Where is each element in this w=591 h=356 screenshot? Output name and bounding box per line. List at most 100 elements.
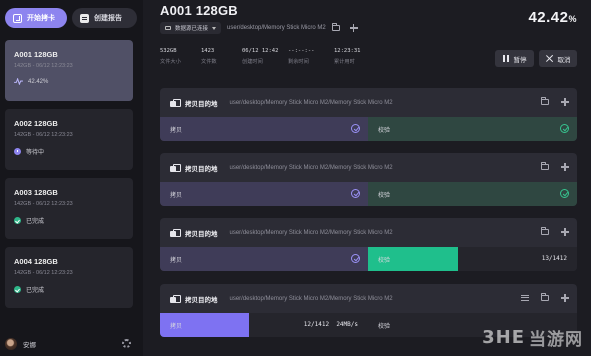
folder-icon[interactable] [541,227,549,235]
task-card-a003[interactable]: A003 128GB 142GB - 06/12 12:23:23 已完成 [5,178,133,239]
stat-remaining: --:--:-- 剩余时间 [288,48,334,65]
verify-bar: 校验 [368,117,577,141]
panel-label: 拷贝目的地 [185,230,218,238]
verify-label: 校验 [378,323,391,330]
verify-fill [368,117,577,141]
panel-header: 拷贝目的地 user/desktop/Memory Stick Micro M2… [160,153,577,182]
stat-label: 剩余时间 [288,59,309,65]
stat-value: 06/12 12:42 [242,48,279,54]
task-card-a004[interactable]: A004 128GB 142GB - 06/12 12:23:23 已完成 [5,247,133,308]
user-profile[interactable]: 安娜 [5,337,135,351]
panel-header: 拷贝目的地 user/desktop/Memory Stick Micro M2… [160,284,577,313]
task-meta: 142GB - 06/12 12:23:23 [14,132,73,138]
stat-label: 创建时间 [242,59,263,65]
overall-progress: 42.42% [528,9,577,26]
plus-icon[interactable] [561,228,569,236]
stat-value: 532GB [160,48,177,54]
verify-bar: 校验 [368,182,577,206]
panel-path: user/desktop/Memory Stick Micro M2/Memor… [229,295,393,302]
start-copy-button[interactable]: 开始拷卡 [5,8,67,28]
chevron-down-icon [212,26,217,30]
cancel-label: 取消 [557,56,571,64]
task-status: 已完成 [14,285,124,294]
create-report-button[interactable]: 创建报告 [72,8,137,28]
verify-label: 校验 [378,127,391,134]
folder-icon[interactable] [331,23,340,31]
progress-bars: 拷贝 校验 [160,182,577,206]
plus-icon[interactable] [349,24,358,32]
plus-icon[interactable] [561,98,569,106]
panel-path: user/desktop/Memory Stick Micro M2/Memor… [229,99,393,106]
task-status-text: 已完成 [26,219,45,225]
menu-icon[interactable] [521,295,529,301]
source-dropdown[interactable]: 数据源已连接 [160,22,222,34]
cancel-button[interactable]: 取消 [539,50,577,67]
start-copy-label: 开始拷卡 [27,15,55,22]
task-card-a001[interactable]: A001 128GB 142GB - 06/12 12:23:23 42.42% [5,40,133,101]
task-status: 42.42% [14,78,124,85]
stat-file-count: 1423 文件数 [201,48,242,65]
destination-panel-2: 拷贝目的地 user/desktop/Memory Stick Micro M2… [160,153,577,206]
task-meta: 142GB - 06/12 12:23:23 [14,270,73,276]
copy-fill [160,117,368,141]
copy-count-speed: 12/1412 24MB/s [304,321,358,328]
plus-icon[interactable] [561,294,569,302]
panel-actions [521,293,569,302]
plus-icon[interactable] [561,163,569,171]
task-card-a002[interactable]: A002 128GB 142GB - 06/12 12:23:23 等待中 [5,109,133,170]
task-status: 等待中 [14,147,124,156]
disk-icon [165,26,171,30]
copy-label: 拷贝 [170,192,183,199]
verify-label: 校验 [378,257,391,264]
panel-path: user/desktop/Memory Stick Micro M2/Memor… [229,164,393,171]
percent-sign: % [568,14,577,24]
pause-button[interactable]: 暂停 [495,50,534,67]
copy-fill [160,182,368,206]
verify-label: 校验 [378,192,391,199]
activity-icon [14,78,23,85]
report-icon [80,13,89,23]
panel-label: 拷贝目的地 [185,165,218,173]
panel-header: 拷贝目的地 user/desktop/Memory Stick Micro M2… [160,218,577,247]
done-check-icon [14,286,21,293]
progress-bars: 拷贝 校验 13/1412 [160,247,577,271]
source-path: user/desktop/Memory Stick Micro M2 [227,25,326,31]
stat-value: 12:23:31 [334,48,361,54]
gear-icon[interactable] [122,339,131,348]
folder-icon[interactable] [541,97,549,105]
copy-bar: 拷贝 12/1412 24MB/s [160,313,368,337]
copy-icon [170,98,181,107]
progress-bars: 拷贝 校验 [160,117,577,141]
task-meta: 142GB - 06/12 12:23:23 [14,201,73,207]
waiting-icon [14,148,21,155]
watermark: 3HE 当游网 [482,325,583,350]
stats-row: 532GB 文件大小 1423 文件数 06/12 12:42 创建时间 --:… [160,48,375,65]
copy-bar: 拷贝 [160,182,368,206]
done-check-icon [14,217,21,224]
task-title: A002 128GB [14,119,58,128]
panel-actions [541,97,569,106]
main-panel: A001 128GB 42.42% 数据源已连接 user/desktop/Me… [143,0,591,356]
check-icon [560,124,569,133]
copy-icon [170,294,181,303]
stat-label: 文件大小 [160,59,181,65]
stat-created: 06/12 12:42 创建时间 [242,48,288,65]
copy-bar: 拷贝 [160,247,368,271]
task-title: A001 128GB [14,50,58,59]
stat-label: 文件数 [201,59,217,65]
copy-label: 拷贝 [170,127,183,134]
copy-icon [170,228,181,237]
source-dropdown-label: 数据源已连接 [175,26,209,32]
verify-count: 13/1412 [541,255,567,262]
card-check-icon [13,13,22,23]
panel-actions [541,162,569,171]
panel-label: 拷贝目的地 [185,100,218,108]
copy-label: 拷贝 [170,257,183,264]
verify-fill [368,182,577,206]
folder-icon[interactable] [541,293,549,301]
check-icon [351,254,360,263]
folder-icon[interactable] [541,162,549,170]
stat-file-size: 532GB 文件大小 [160,48,201,65]
panel-actions [541,227,569,236]
check-icon [351,124,360,133]
